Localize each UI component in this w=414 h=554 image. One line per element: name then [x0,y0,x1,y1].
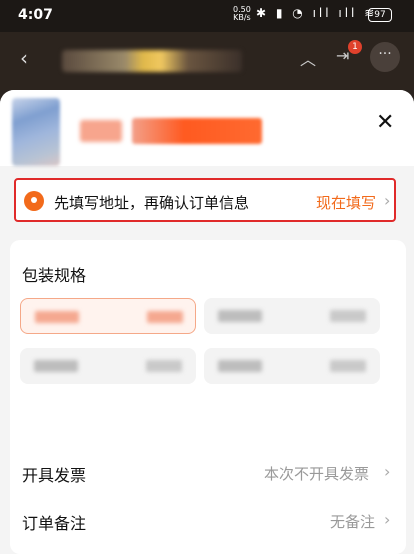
network-speed: 0.50 KB/s [233,6,251,22]
remark-row[interactable]: 订单备注 无备注 › [10,500,406,540]
spec-option[interactable] [20,348,196,384]
blurred-title [62,50,242,72]
pack-spec-label: 包装规格 [22,266,87,285]
status-bar: 4:07 0.50 KB/s ✱ ▮ ◔ ıll ıll ≋ 97 [0,0,414,32]
spec-option-blur [218,310,262,322]
chevron-right-icon: › [384,191,391,210]
spec-option-blur [330,360,366,372]
blurred-price-value [132,118,262,144]
chevron-right-icon: › [384,510,391,529]
network-speed-unit: KB/s [233,13,251,22]
remark-value: 无备注 [330,513,376,531]
invoice-label: 开具发票 [22,466,87,485]
order-sheet: ✕ 先填写地址，再确认订单信息 现在填写 › 包装规格 数量 − 1 + [0,90,414,554]
spec-option-blur [330,310,366,322]
more-icon[interactable]: ··· [370,42,400,72]
chevron-right-icon: › [384,462,391,481]
product-thumbnail [12,98,60,166]
blurred-price [80,120,122,142]
close-icon[interactable]: ✕ [376,110,394,135]
spec-option[interactable] [204,348,380,384]
spec-option-blur [35,311,79,323]
spec-option[interactable] [204,298,380,334]
spec-option-blur [146,360,182,372]
spec-option-selected[interactable] [20,298,196,334]
location-pin-icon [24,191,44,211]
address-prompt-text: 先填写地址，再确认订单信息 [54,194,250,212]
notification-badge: 1 [348,40,362,54]
chevron-up-icon[interactable]: ︿ [300,46,316,70]
battery-icon: 97 [368,8,392,22]
address-prompt-bar[interactable]: 先填写地址，再确认订单信息 现在填写 › [14,178,396,222]
spec-option-blur [147,311,183,323]
remark-label: 订单备注 [22,514,87,533]
back-icon[interactable]: ‹ [20,46,28,70]
invoice-row[interactable]: 开具发票 本次不开具发票 › [10,452,406,492]
spec-option-blur [34,360,78,372]
invoice-value: 本次不开具发票 [264,465,370,483]
sheet-header: ✕ [0,90,414,166]
status-icons: ✱ ▮ ◔ ıll ıll ≋ [256,6,378,20]
fill-address-link[interactable]: 现在填写 [316,192,376,213]
app-header: ‹ ︿ ⇥ 1 ··· [0,32,414,90]
spec-option-blur [218,360,262,372]
status-time: 4:07 [18,7,53,23]
